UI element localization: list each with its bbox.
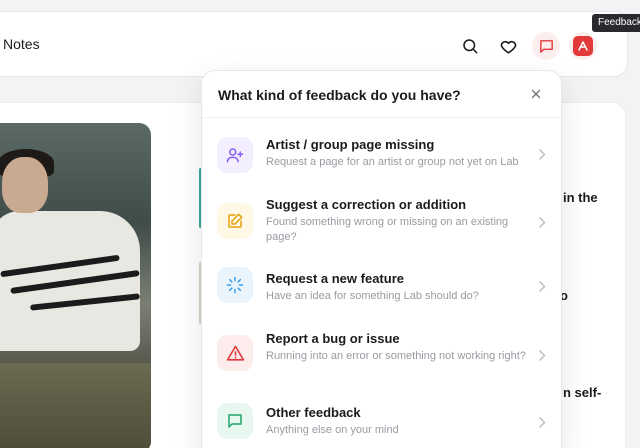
top-bar: Notes (0, 11, 628, 77)
chevron-right-icon (537, 279, 547, 293)
option-description: Found something wrong or missing on an e… (266, 216, 509, 243)
option-title: Artist / group page missing (266, 137, 435, 152)
favorites-button[interactable] (494, 32, 522, 60)
app-account-button[interactable] (569, 32, 597, 60)
message-square-icon (539, 39, 553, 53)
option-description: Have an idea for something Lab should do… (266, 290, 479, 302)
option-icon-box (217, 335, 253, 371)
option-suggest-correction[interactable]: Suggest a correction or addition Found s… (202, 187, 561, 257)
feedback-dialog: What kind of feedback do you have? Artis… (201, 70, 562, 448)
dialog-header: What kind of feedback do you have? (202, 71, 561, 118)
option-description: Anything else on your mind (266, 424, 399, 436)
card-heading-fragment: in the (563, 190, 598, 205)
artist-photo[interactable] (0, 123, 151, 448)
option-other-feedback[interactable]: Other feedback Anything else on your min… (202, 391, 561, 448)
card-heading-fragment: n self- (563, 385, 602, 400)
close-icon (531, 89, 541, 99)
page-title: Notes (3, 36, 40, 52)
option-report-bug[interactable]: Report a bug or issue Running into an er… (202, 321, 561, 391)
option-request-feature[interactable]: Request a new feature Have an idea for s… (202, 257, 561, 321)
feedback-button[interactable] (532, 32, 560, 60)
dialog-title: What kind of feedback do you have? (218, 87, 461, 103)
chevron-right-icon (537, 415, 547, 429)
chevron-right-icon (537, 348, 547, 362)
chevron-right-icon (537, 215, 547, 229)
option-description: Running into an error or something not w… (266, 350, 526, 362)
search-icon (463, 39, 478, 54)
option-icon-box (217, 267, 253, 303)
loader-icon (226, 276, 244, 294)
feedback-tooltip: Feedback (592, 14, 640, 32)
option-icon-box (217, 203, 253, 239)
alert-triangle-icon (226, 345, 244, 361)
option-icon-box (217, 137, 253, 173)
option-description: Request a page for an artist or group no… (266, 156, 519, 168)
option-title: Other feedback (266, 405, 361, 420)
user-plus-icon (226, 148, 244, 163)
option-icon-box (217, 403, 253, 439)
option-title: Request a new feature (266, 271, 404, 286)
app-logo-icon (573, 36, 593, 56)
heart-icon (500, 40, 516, 54)
option-artist-page-missing[interactable]: Artist / group page missing Request a pa… (202, 123, 561, 187)
option-title: Report a bug or issue (266, 331, 400, 346)
search-button[interactable] (456, 32, 484, 60)
option-title: Suggest a correction or addition (266, 197, 467, 212)
edit-icon (228, 213, 243, 228)
close-button[interactable] (527, 85, 545, 103)
chevron-right-icon (537, 147, 547, 161)
message-square-icon (228, 414, 242, 428)
